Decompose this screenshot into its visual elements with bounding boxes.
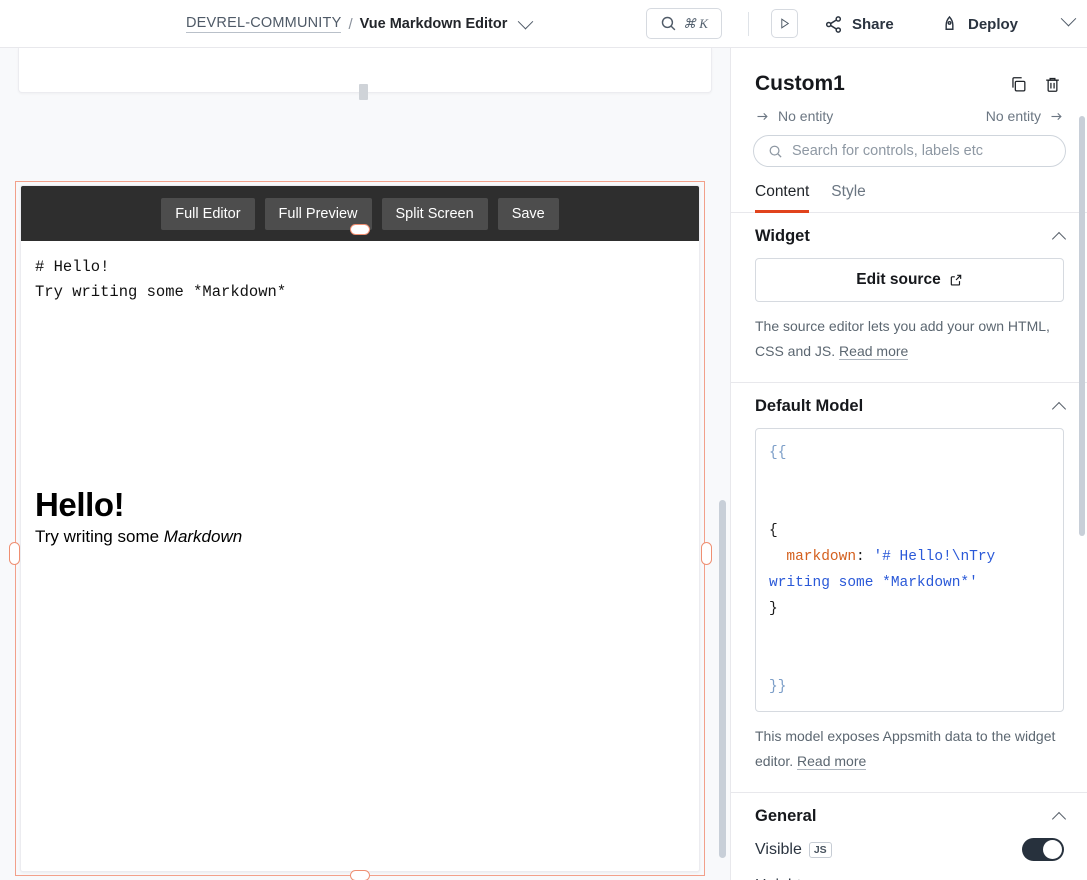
search-icon [661, 16, 676, 31]
section-general: General Visible JS Height [731, 793, 1087, 880]
search-input[interactable] [792, 143, 1051, 159]
property-pane: Custom1 No entity No entity Search for c… [730, 48, 1087, 880]
chevron-up-icon[interactable] [1051, 811, 1067, 826]
arrow-right-icon [1051, 112, 1062, 120]
section-widget-title: Widget [755, 227, 810, 245]
breadcrumb-separator: / [348, 15, 353, 33]
search-button[interactable]: ⌘ K [646, 8, 722, 39]
play-icon [781, 18, 790, 29]
chevron-down-icon[interactable] [518, 13, 534, 29]
section-general-title: General [755, 807, 817, 825]
copy-icon [1011, 76, 1025, 91]
chevron-up-icon[interactable] [1051, 401, 1067, 416]
appsmith-editor: DEVREL-COMMUNITY / Vue Markdown Editor ⌘… [0, 0, 1087, 880]
property-pane-header: Custom1 [731, 48, 1087, 102]
deploy-label: Deploy [968, 15, 1019, 33]
code-open-braces: {{ [769, 445, 787, 461]
toggle-knob [1043, 840, 1062, 859]
deploy-chevron-down-icon[interactable] [1060, 10, 1077, 27]
resize-handle-left[interactable] [9, 542, 20, 565]
deploy-button[interactable]: Deploy [940, 10, 1018, 38]
full-editor-button[interactable]: Full Editor [161, 197, 255, 230]
widget-above[interactable] [18, 48, 712, 100]
share-icon [825, 15, 842, 33]
split-screen-button[interactable]: Split Screen [381, 197, 488, 230]
section-default-model-title: Default Model [755, 397, 864, 415]
delete-widget-button[interactable] [1040, 72, 1064, 96]
share-button[interactable]: Share [824, 10, 894, 38]
entity-navigation-row: No entity No entity [731, 102, 1087, 124]
app-canvas[interactable]: Custom1 Full Editor Full Preview Split S… [0, 48, 730, 880]
section-default-model-header[interactable]: Default Model [755, 397, 1067, 416]
js-toggle-chip[interactable]: JS [808, 841, 832, 858]
preview-play-button[interactable] [771, 9, 798, 38]
custom-widget-iframe[interactable]: Full Editor Full Preview Split Screen Sa… [20, 185, 700, 872]
property-pane-title[interactable]: Custom1 [755, 72, 996, 96]
next-entity-link[interactable]: No entity [986, 108, 1064, 124]
markdown-source-editor[interactable]: # Hello! Try writing some *Markdown* [21, 241, 699, 305]
save-button[interactable]: Save [497, 197, 559, 230]
tab-style[interactable]: Style [831, 183, 865, 213]
visible-property-row: Visible JS [755, 838, 1064, 861]
search-shortcut-label: ⌘ K [683, 15, 708, 31]
code-object-close: } [769, 601, 778, 617]
breadcrumb-org[interactable]: DEVREL-COMMUNITY [186, 15, 342, 33]
section-default-model: Default Model {{ { markdown: '# Hello!\n… [731, 383, 1087, 793]
default-model-code-editor[interactable]: {{ { markdown: '# Hello!\nTry writing so… [755, 428, 1064, 712]
search-icon [769, 145, 782, 158]
previous-entity-label: No entity [778, 108, 834, 124]
edit-source-button[interactable]: Edit source [755, 258, 1064, 302]
default-model-read-more-link[interactable]: Read more [797, 753, 867, 770]
property-pane-scrollbar[interactable] [1079, 116, 1085, 536]
arrow-right-icon [757, 112, 768, 120]
code-close-braces: }} [769, 679, 787, 695]
header-divider [748, 12, 749, 36]
widget-read-more-link[interactable]: Read more [839, 343, 909, 360]
breadcrumb-page-name[interactable]: Vue Markdown Editor [360, 16, 508, 32]
trash-icon [1045, 77, 1059, 92]
breadcrumb: DEVREL-COMMUNITY / Vue Markdown Editor [186, 0, 534, 48]
property-tabs: Content Style [731, 183, 1087, 213]
rocket-icon [945, 15, 954, 30]
tab-content[interactable]: Content [755, 183, 810, 213]
external-link-icon [950, 274, 961, 286]
next-entity-label: No entity [985, 108, 1041, 124]
markdown-preview: Hello! Try writing some Markdown [21, 486, 699, 547]
resize-handle-bottom[interactable] [350, 870, 370, 880]
default-model-help-text: This model exposes Appsmith data to the … [755, 724, 1064, 774]
share-label: Share [852, 15, 894, 33]
preview-paragraph: Try writing some Markdown [35, 527, 685, 547]
section-general-header[interactable]: General [755, 807, 1067, 826]
edit-source-label: Edit source [856, 271, 941, 288]
previous-entity-link[interactable]: No entity [755, 108, 833, 124]
preview-emphasis: Markdown [163, 527, 243, 547]
preview-text: Try writing some [35, 527, 164, 547]
section-widget: Widget Edit source The source editor let… [731, 213, 1087, 383]
resize-handle-right[interactable] [701, 542, 712, 565]
top-header-bar: DEVREL-COMMUNITY / Vue Markdown Editor ⌘… [0, 0, 1087, 48]
code-key: markdown [786, 549, 857, 565]
section-widget-header[interactable]: Widget [755, 227, 1067, 246]
code-colon: : [856, 549, 874, 565]
chevron-up-icon[interactable] [1051, 231, 1067, 246]
visible-label: Visible [755, 840, 802, 858]
visible-label-wrap: Visible JS [755, 841, 832, 859]
resize-handle-top[interactable] [350, 224, 370, 235]
widget-above-drag-handle[interactable] [359, 84, 368, 100]
code-object-open: { [769, 523, 778, 539]
visible-toggle[interactable] [1022, 838, 1064, 861]
canvas-scrollbar[interactable] [719, 500, 726, 858]
copy-widget-button[interactable] [1006, 72, 1030, 96]
property-search-box[interactable] [753, 135, 1066, 167]
preview-heading: Hello! [35, 486, 125, 523]
widget-help-text: The source editor lets you add your own … [755, 314, 1064, 364]
